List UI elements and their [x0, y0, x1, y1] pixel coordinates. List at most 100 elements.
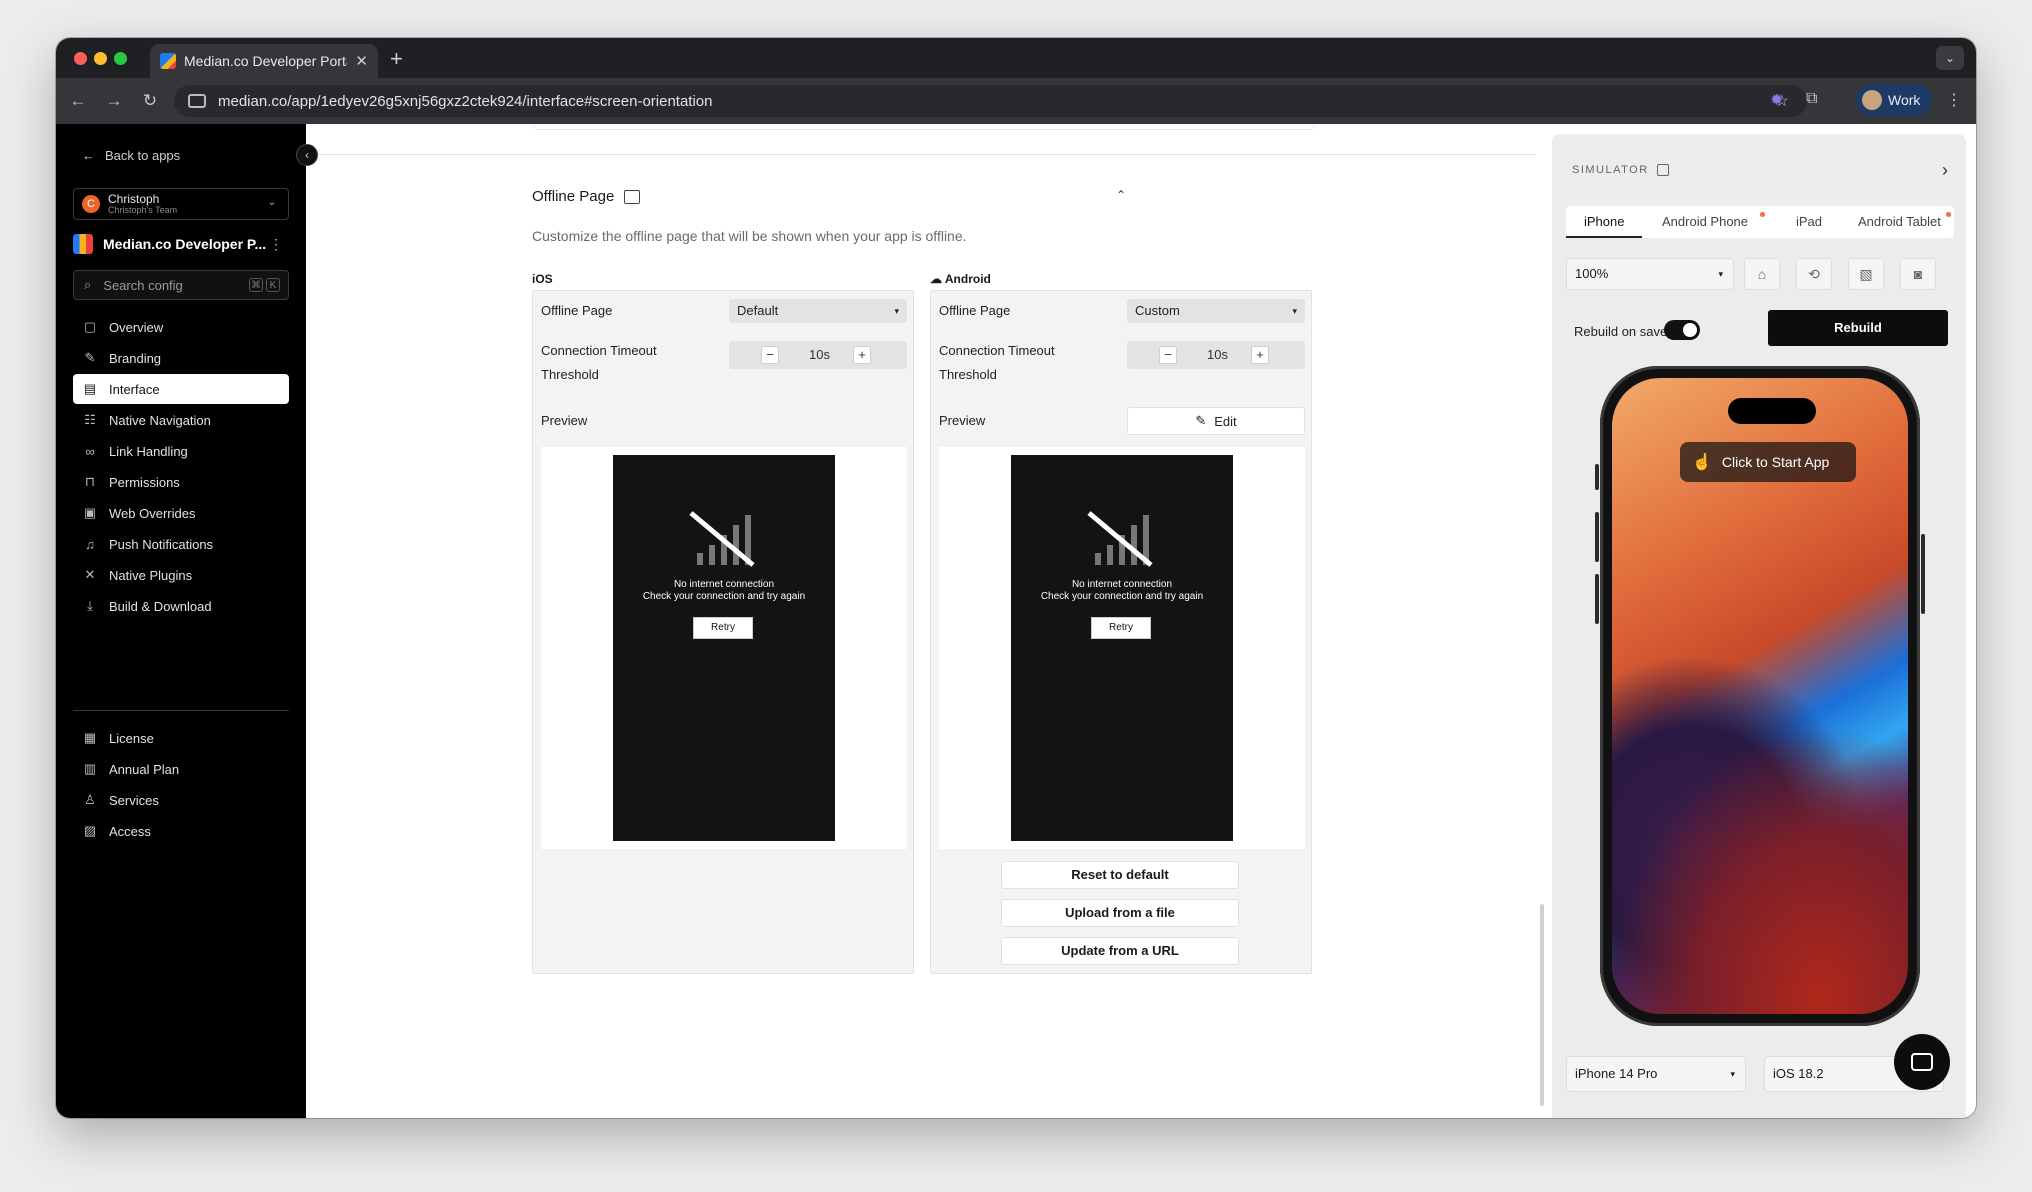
download-icon: ⤓: [87, 598, 93, 613]
upload-file-button[interactable]: Upload from a file: [1001, 899, 1239, 927]
sidebar-item-push-notifications[interactable]: ♫ Push Notifications: [73, 529, 289, 559]
chat-button[interactable]: [1894, 1034, 1950, 1090]
notification-dot: [1760, 212, 1765, 217]
tab-iphone[interactable]: iPhone: [1584, 214, 1624, 229]
collapse-section-icon[interactable]: ⌃: [1116, 188, 1126, 202]
sidebar-item-permissions[interactable]: ⊓ Permissions: [73, 467, 289, 497]
edit-button[interactable]: ✎ Edit: [1127, 407, 1305, 435]
sidebar-item-overview[interactable]: ▢ Overview: [73, 312, 289, 342]
new-tab-icon[interactable]: +: [390, 46, 403, 72]
plugin-icon: ✕: [84, 567, 96, 582]
sidebar-item-web-overrides[interactable]: ▣ Web Overrides: [73, 498, 289, 528]
close-window-button[interactable]: [74, 52, 87, 65]
os-value: iOS 18.2: [1773, 1066, 1824, 1081]
device-select[interactable]: iPhone 14 Pro ▾: [1566, 1056, 1746, 1092]
tab-android-tablet[interactable]: Android Tablet: [1858, 214, 1941, 229]
ios-timeout-stepper: − 10s +: [729, 341, 907, 369]
rebuild-on-save-label: Rebuild on save: [1574, 324, 1668, 339]
license-icon: ▦: [83, 730, 97, 745]
docs-icon[interactable]: [624, 189, 641, 204]
android-preview-label: Preview: [939, 413, 986, 428]
arrow-left-icon: ←: [82, 148, 95, 163]
sidebar-item-annual-plan[interactable]: ▥ Annual Plan: [73, 754, 289, 784]
maximize-window-button[interactable]: [114, 52, 127, 65]
site-settings-icon[interactable]: [188, 94, 206, 108]
browser-menu-icon[interactable]: ⋮: [1946, 90, 1962, 110]
zoom-select[interactable]: 100% ▾: [1566, 258, 1734, 290]
rebuild-button[interactable]: Rebuild: [1768, 310, 1948, 346]
update-url-button[interactable]: Update from a URL: [1001, 937, 1239, 965]
team-selector[interactable]: C Christoph Christoph's Team ⌄: [73, 188, 289, 220]
back-to-apps-link[interactable]: ← Back to apps: [82, 148, 180, 163]
screenshot-button[interactable]: ◙: [1900, 258, 1936, 290]
pencil-icon: ✎: [1195, 413, 1207, 428]
sidebar-item-label: Annual Plan: [109, 761, 180, 777]
reload-icon[interactable]: ↻: [132, 91, 168, 111]
chat-icon: [1911, 1053, 1933, 1071]
tap-hand-icon: ☝: [1692, 454, 1712, 471]
section-description: Customize the offline page that will be …: [532, 228, 967, 244]
increment-button[interactable]: +: [1251, 346, 1269, 364]
tab-search-chevron-icon[interactable]: ⌄: [1936, 46, 1964, 70]
chevron-right-icon[interactable]: ›: [1942, 160, 1948, 181]
reset-default-button[interactable]: Reset to default: [1001, 861, 1239, 889]
tab-android-phone[interactable]: Android Phone: [1662, 214, 1748, 229]
android-timeout-value: 10s: [1207, 347, 1228, 362]
sidebar-item-branding[interactable]: ✎ Branding: [73, 343, 289, 373]
collapse-sidebar-button[interactable]: ‹: [296, 144, 318, 166]
sidebar-item-label: Build & Download: [109, 598, 212, 614]
minimize-window-button[interactable]: [94, 52, 107, 65]
sidebar-item-label: Overview: [109, 319, 164, 335]
browser-window: Median.co Developer Portal - ✕ + ⌄ ← → ↻…: [56, 38, 1976, 1118]
android-panel: Offline Page Custom ▾ Connection Timeout …: [930, 290, 1312, 974]
extension-gear-icon[interactable]: ✹: [1770, 90, 1783, 110]
sidebar-item-interface[interactable]: ▤ Interface: [73, 374, 289, 404]
forward-arrow-icon[interactable]: →: [96, 91, 132, 111]
sidebar-item-link-handling[interactable]: ∞ Link Handling: [73, 436, 289, 466]
retry-button[interactable]: Retry: [693, 617, 753, 639]
app-selector[interactable]: Median.co Developer P... ⋮: [73, 232, 289, 256]
android-offline-select[interactable]: Custom ▾: [1127, 299, 1305, 323]
address-bar[interactable]: median.co/app/1edyev26g5xnj56gxz2ctek924…: [174, 85, 1807, 117]
simulator-screen[interactable]: ☝ Click to Start App: [1612, 378, 1908, 1014]
back-arrow-icon[interactable]: ←: [60, 91, 96, 111]
ios-offline-value: Default: [737, 303, 779, 318]
power-button: [1921, 534, 1925, 614]
extensions-puzzle-icon[interactable]: ⧉: [1806, 90, 1817, 108]
sidebar-item-license[interactable]: ▦ License: [73, 723, 289, 753]
decrement-button[interactable]: −: [1159, 346, 1177, 364]
increment-button[interactable]: +: [853, 346, 871, 364]
no-connection-text: No internet connection: [673, 579, 775, 590]
tab-ipad[interactable]: iPad: [1796, 214, 1822, 229]
simulator-panel: SIMULATOR › iPhone Android Phone iPad An…: [1552, 134, 1966, 1118]
close-tab-icon[interactable]: ✕: [355, 52, 368, 70]
main-scrollbar[interactable]: [1540, 904, 1544, 1106]
device-tabs: iPhone Android Phone iPad Android Tablet: [1566, 206, 1954, 238]
active-tab-indicator: [1566, 236, 1642, 238]
ios-offline-select[interactable]: Default ▾: [729, 299, 907, 323]
sidebar-item-build-download[interactable]: ⤓ Build & Download: [73, 591, 289, 621]
section-title: Offline Page: [532, 188, 615, 205]
android-timeout-label-1: Connection Timeout: [939, 343, 1055, 358]
search-config-input[interactable]: ⌕ Search config ⌘ K: [73, 270, 289, 300]
rebuild-on-save-toggle[interactable]: [1664, 320, 1700, 340]
start-app-label: Click to Start App: [1721, 454, 1830, 470]
ios-preview-label: Preview: [541, 413, 588, 428]
gallery-button[interactable]: ▧: [1848, 258, 1884, 290]
decrement-button[interactable]: −: [761, 346, 779, 364]
browser-tab[interactable]: Median.co Developer Portal - ✕: [150, 44, 378, 78]
start-app-button[interactable]: ☝ Click to Start App: [1680, 442, 1856, 482]
external-link-icon[interactable]: [1656, 164, 1669, 176]
home-button[interactable]: ⌂: [1744, 258, 1780, 290]
sidebar-item-access[interactable]: ▨ Access: [73, 816, 289, 846]
ios-timeout-label-2: Threshold: [541, 367, 599, 382]
k-key: K: [266, 278, 280, 292]
sidebar-item-native-plugins[interactable]: ✕ Native Plugins: [73, 560, 289, 590]
sidebar-item-native-navigation[interactable]: ☷ Native Navigation: [73, 405, 289, 435]
sidebar-item-services[interactable]: ♙ Services: [73, 785, 289, 815]
profile-chip[interactable]: Work: [1856, 84, 1932, 116]
caret-down-icon: ▾: [1718, 269, 1723, 279]
rotate-button[interactable]: ⟲: [1796, 258, 1832, 290]
retry-button[interactable]: Retry: [1091, 617, 1151, 639]
app-more-icon[interactable]: ⋮: [269, 236, 283, 253]
